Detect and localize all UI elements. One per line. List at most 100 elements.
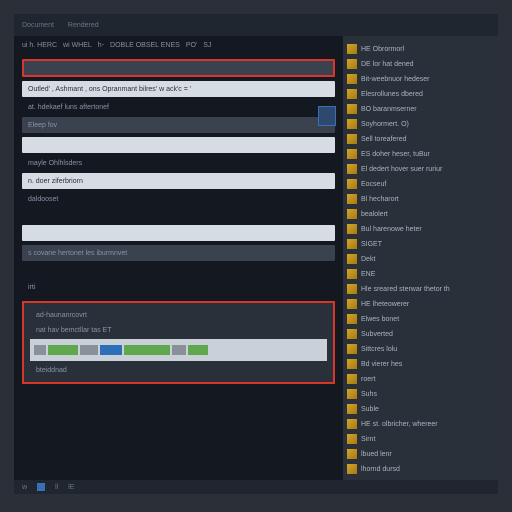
folder-icon (347, 419, 357, 429)
status-text: lE (68, 484, 74, 491)
list-item[interactable]: ENE (347, 267, 494, 281)
label-row: mayle Ohlhlsders (22, 157, 335, 169)
side-chip-icon[interactable] (318, 106, 336, 126)
toolbar-item[interactable]: wi WHEL (63, 42, 92, 49)
label-row: irti (22, 281, 335, 293)
toolbar: ui h. HERC wi WHEL h- DOBLE OBSEL ENES P… (22, 40, 335, 55)
toolbar-item[interactable]: PO' (186, 42, 197, 49)
label-row: ad-haunanrcovrt (30, 309, 327, 321)
list-item[interactable]: Bul harenowe heter (347, 222, 494, 236)
folder-icon (347, 134, 357, 144)
folder-icon (347, 179, 357, 189)
folder-icon (347, 104, 357, 114)
folder-icon (347, 344, 357, 354)
list-item[interactable]: HE Obrormorl (347, 42, 494, 56)
highlighted-row[interactable] (22, 59, 335, 77)
toolbar-item[interactable]: h- (98, 42, 104, 49)
timeline-segment[interactable] (34, 345, 46, 355)
status-text: ll (55, 484, 58, 491)
field-row[interactable]: Eleep fov (22, 117, 335, 133)
menu-item[interactable]: Rendered (68, 22, 99, 29)
folder-icon (347, 149, 357, 159)
folder-icon (347, 404, 357, 414)
timeline-segment-green[interactable] (188, 345, 208, 355)
field-row[interactable]: s covane hertonet les iburmnvet (22, 245, 335, 261)
list-item[interactable]: lbued lenr (347, 447, 494, 461)
toolbar-item[interactable]: DOBLE OBSEL ENES (110, 42, 180, 49)
list-item[interactable]: Bit-weebnuor hedeser (347, 72, 494, 86)
folder-icon (347, 374, 357, 384)
list-item[interactable]: Hle sreared sterwar thetor th (347, 282, 494, 296)
timeline-track[interactable] (30, 339, 327, 361)
menu-item[interactable]: Document (22, 22, 54, 29)
label-row: nat hav bemctllar tas ET (30, 324, 327, 336)
label-row: at. hdekaef luns aftertonef (22, 101, 335, 113)
list-item[interactable]: Elwes bonet (347, 312, 494, 326)
highlighted-section: ad-haunanrcovrt nat hav bemctllar tas ET… (22, 301, 335, 384)
list-item[interactable]: bealolert (347, 207, 494, 221)
folder-icon (347, 89, 357, 99)
list-item[interactable]: Soyhormert. O) (347, 117, 494, 131)
input-row[interactable] (22, 137, 335, 153)
input-row[interactable]: Outled' , Ashmant , ons Opranmant bilres… (22, 81, 335, 97)
status-text: w (22, 484, 27, 491)
list-item[interactable]: Sirnt (347, 432, 494, 446)
toolbar-item[interactable]: ui h. HERC (22, 42, 57, 49)
folder-icon (347, 164, 357, 174)
list-item[interactable]: El dedert hover suer ruriur (347, 162, 494, 176)
status-indicator-icon (37, 483, 45, 491)
folder-icon (347, 449, 357, 459)
label-row: daldooset (22, 193, 335, 205)
list-item[interactable]: Subverted (347, 327, 494, 341)
list-item[interactable]: Eocseuf (347, 177, 494, 191)
list-item[interactable]: DE lor hat dened (347, 57, 494, 71)
list-item[interactable]: HE lheteowerer (347, 297, 494, 311)
folder-icon (347, 44, 357, 54)
list-item[interactable]: ES doher heser, tuBur (347, 147, 494, 161)
folder-icon (347, 389, 357, 399)
list-item[interactable]: Suhs (347, 387, 494, 401)
input-row[interactable] (22, 225, 335, 241)
folder-icon (347, 59, 357, 69)
timeline-segment[interactable] (172, 345, 186, 355)
window-titlebar: Document Rendered (14, 14, 498, 36)
folder-icon (347, 314, 357, 324)
list-item[interactable]: Suble (347, 402, 494, 416)
label-row (22, 265, 335, 277)
list-item[interactable]: Dekt (347, 252, 494, 266)
folder-icon (347, 359, 357, 369)
folder-icon (347, 434, 357, 444)
list-item[interactable]: Bd vierer hes (347, 357, 494, 371)
timeline-segment-green[interactable] (124, 345, 170, 355)
list-item[interactable]: Sittcres lolu (347, 342, 494, 356)
folder-icon (347, 194, 357, 204)
list-item[interactable]: Bl hecharort (347, 192, 494, 206)
list-item[interactable]: lhornd dursd (347, 462, 494, 476)
folder-icon (347, 224, 357, 234)
list-item[interactable]: SIGET (347, 237, 494, 251)
folder-icon (347, 464, 357, 474)
list-item[interactable]: BO baranmserner (347, 102, 494, 116)
folder-icon (347, 329, 357, 339)
side-panel: HE Obrormorl DE lor hat dened Bit-weebnu… (343, 14, 498, 494)
folder-icon (347, 284, 357, 294)
folder-icon (347, 119, 357, 129)
folder-icon (347, 239, 357, 249)
toolbar-item[interactable]: SJ (203, 42, 211, 49)
folder-icon (347, 209, 357, 219)
list-item[interactable]: roert (347, 372, 494, 386)
timeline-segment-green[interactable] (48, 345, 78, 355)
main-panel: ui h. HERC wi WHEL h- DOBLE OBSEL ENES P… (14, 14, 343, 494)
input-row[interactable]: n. doer ziferbriorn (22, 173, 335, 189)
label-row: bteiddnad (30, 364, 327, 376)
folder-icon (347, 299, 357, 309)
status-bar: w ll lE (14, 480, 498, 494)
folder-icon (347, 254, 357, 264)
label-row (22, 209, 335, 221)
timeline-segment[interactable] (80, 345, 98, 355)
list-item[interactable]: Sell toreafered (347, 132, 494, 146)
list-item[interactable]: Elesrollunes dbered (347, 87, 494, 101)
list-item[interactable]: HE st. olbricher, whereer (347, 417, 494, 431)
timeline-segment-blue[interactable] (100, 345, 122, 355)
folder-icon (347, 74, 357, 84)
